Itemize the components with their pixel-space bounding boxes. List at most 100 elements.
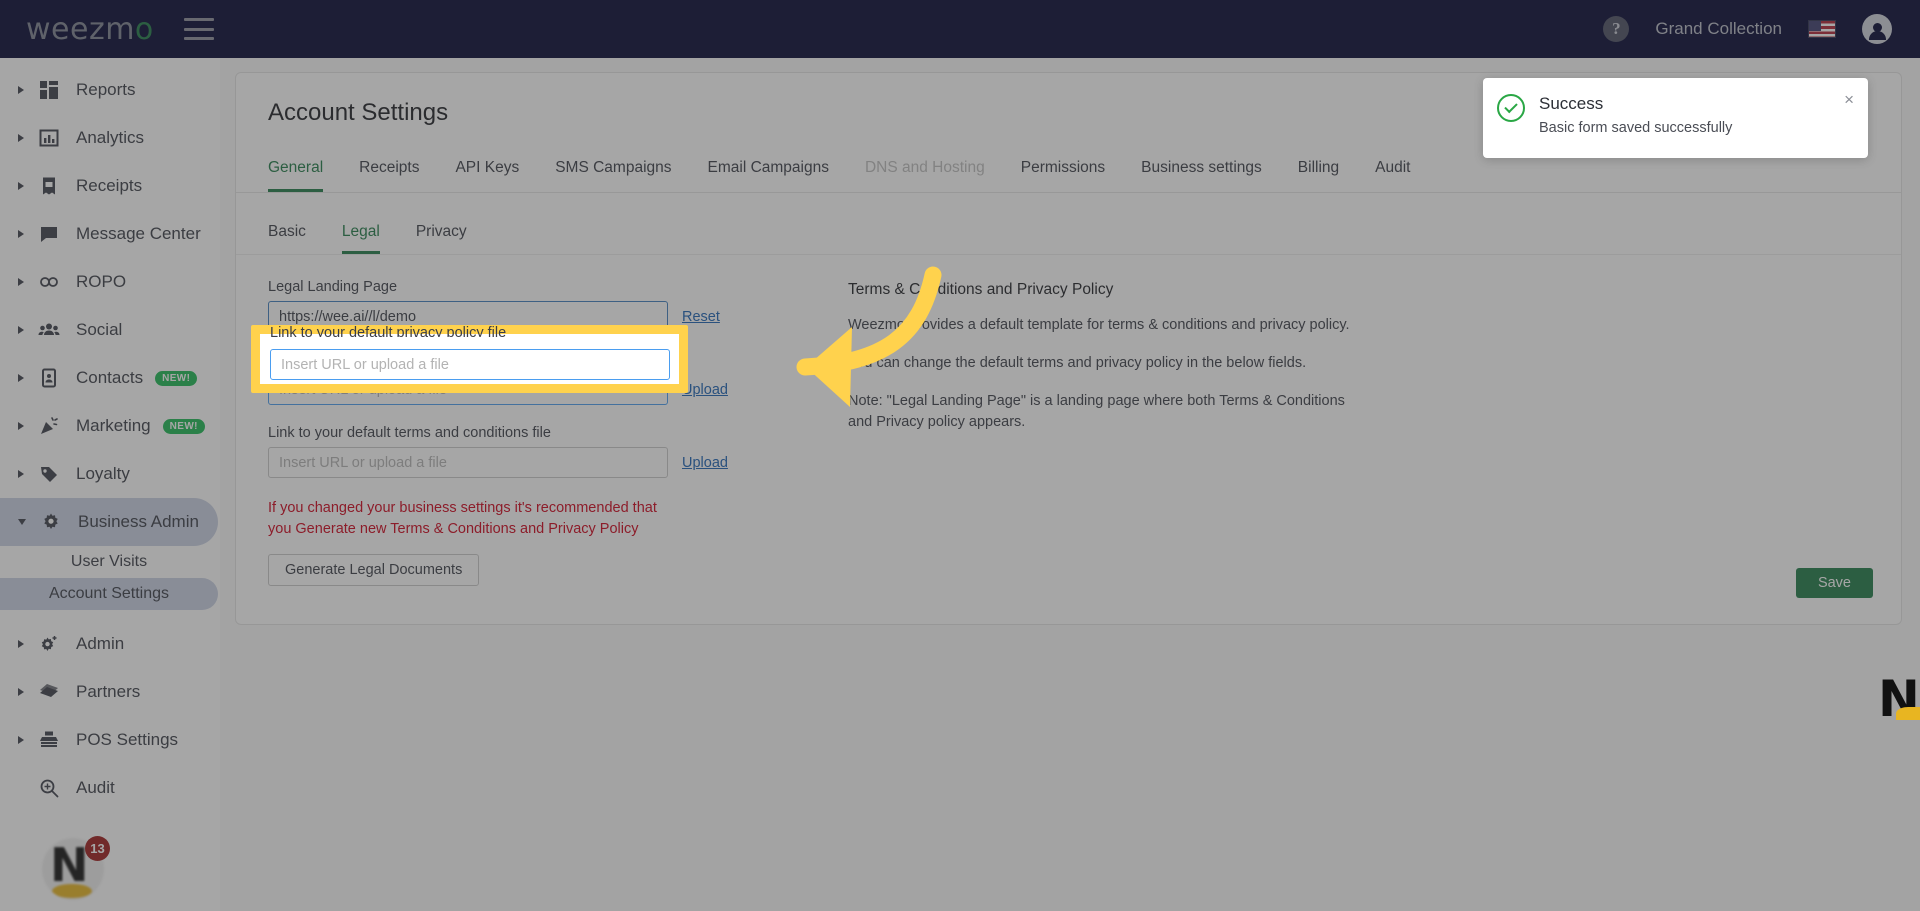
sidebar-subitem-account-settings[interactable]: Account Settings: [0, 578, 218, 610]
chevron-right-icon: [18, 688, 24, 696]
gear-icon: [38, 509, 64, 535]
brand-accent-letter: o: [134, 11, 154, 47]
chat-bubble-icon: [36, 221, 62, 247]
user-avatar-icon[interactable]: [1862, 14, 1892, 44]
sidebar-item-label: Analytics: [76, 128, 145, 147]
terms-file-label: Link to your default terms and condition…: [268, 425, 551, 441]
gear-plus-icon: [36, 631, 62, 657]
chevron-right-icon: [18, 374, 24, 382]
sidebar-item-analytics[interactable]: Analytics: [0, 114, 220, 162]
reset-link[interactable]: Reset: [682, 309, 720, 325]
regenerate-warning-line-1: If you changed your business settings it…: [268, 500, 657, 516]
corner-logo-swoosh: [1896, 707, 1920, 720]
subtab-bar: Basic Legal Privacy: [236, 219, 1901, 255]
sidebar: Reports Analytics Receipts Message Cente…: [0, 58, 220, 911]
avatar-initial: N: [50, 838, 89, 892]
subtab-basic[interactable]: Basic: [268, 219, 306, 254]
info-panel: Terms & Conditions and Privacy Policy We…: [848, 279, 1368, 586]
infinity-icon: [36, 269, 62, 295]
sidebar-item-partners[interactable]: Partners: [0, 668, 220, 716]
chevron-right-icon: [18, 736, 24, 744]
regenerate-warning-line-2: you Generate new Terms & Conditions and …: [268, 521, 639, 538]
legal-landing-page-label: Legal Landing Page: [268, 279, 398, 295]
sidebar-item-business-admin[interactable]: Business Admin: [0, 498, 218, 546]
sidebar-item-label: Business Admin: [78, 512, 199, 531]
sidebar-item-loyalty[interactable]: Loyalty: [0, 450, 220, 498]
toast-message: Basic form saved successfully: [1539, 120, 1733, 136]
highlighted-privacy-policy-input[interactable]: [270, 349, 670, 380]
regenerate-warning: If you changed your business settings it…: [268, 498, 788, 540]
terms-file-input[interactable]: [268, 447, 668, 478]
tab-business-settings[interactable]: Business settings: [1141, 153, 1262, 192]
tab-receipts[interactable]: Receipts: [359, 153, 419, 192]
cash-register-icon: [36, 727, 62, 753]
info-panel-paragraph-2: You can change the default terms and pri…: [848, 354, 1307, 371]
close-icon[interactable]: ×: [1844, 90, 1854, 110]
sidebar-item-label: Reports: [76, 80, 136, 99]
sidebar-item-admin[interactable]: Admin: [0, 620, 220, 668]
sidebar-item-audit[interactable]: Audit: [0, 764, 220, 812]
hamburger-icon[interactable]: [183, 18, 214, 40]
info-panel-paragraph-3: Note: "Legal Landing Page" is a landing …: [848, 392, 1345, 431]
tab-permissions[interactable]: Permissions: [1021, 153, 1105, 192]
chevron-right-icon: [18, 86, 24, 94]
sidebar-item-ropo[interactable]: ROPO: [0, 258, 220, 306]
dashboard-icon: [36, 77, 62, 103]
main-content: Account Settings General Receipts API Ke…: [220, 58, 1920, 911]
us-flag-icon[interactable]: [1808, 20, 1836, 38]
tag-icon: [36, 461, 62, 487]
save-button[interactable]: Save: [1795, 568, 1873, 598]
avatar[interactable]: N 13: [42, 836, 110, 904]
search-plus-icon: [36, 775, 62, 801]
sidebar-item-label: ROPO: [76, 272, 127, 291]
sidebar-item-label: Contacts: [76, 368, 144, 387]
success-toast: Success Basic form saved successfully ×: [1483, 78, 1868, 158]
info-panel-title: Terms & Conditions and Privacy Policy: [848, 281, 1114, 298]
check-circle-icon: [1497, 94, 1525, 122]
sidebar-item-pos-settings[interactable]: POS Settings: [0, 716, 220, 764]
toast-title: Success: [1539, 94, 1604, 113]
chevron-right-icon: [18, 422, 24, 430]
status-badge: NEW!: [162, 418, 205, 434]
receipt-icon: [36, 173, 62, 199]
handshake-icon: [36, 679, 62, 705]
sidebar-item-label: Audit: [76, 778, 115, 797]
chevron-down-icon: [18, 519, 26, 525]
subtab-privacy[interactable]: Privacy: [416, 219, 467, 254]
chevron-right-icon: [18, 326, 24, 334]
tab-api-keys[interactable]: API Keys: [455, 153, 519, 192]
tab-sms-campaigns[interactable]: SMS Campaigns: [555, 153, 671, 192]
chevron-right-icon: [18, 182, 24, 190]
sidebar-item-label: Partners: [76, 682, 141, 701]
toast-body: Success Basic form saved successfully: [1539, 94, 1732, 142]
tab-email-campaigns[interactable]: Email Campaigns: [708, 153, 829, 192]
tab-audit[interactable]: Audit: [1375, 153, 1410, 192]
corner-brand-logo: N: [1874, 674, 1920, 726]
privacy-policy-upload-link[interactable]: Upload: [682, 382, 728, 398]
sidebar-item-receipts[interactable]: Receipts: [0, 162, 220, 210]
sidebar-item-message-center[interactable]: Message Center: [0, 210, 220, 258]
sidebar-item-marketing[interactable]: Marketing NEW!: [0, 402, 220, 450]
tab-billing[interactable]: Billing: [1298, 153, 1339, 192]
contact-card-icon: [36, 365, 62, 391]
sidebar-item-social[interactable]: Social: [0, 306, 220, 354]
status-badge: NEW!: [155, 370, 198, 386]
notification-count-badge: 13: [85, 836, 110, 861]
subtab-legal[interactable]: Legal: [341, 219, 380, 254]
generate-legal-documents-button[interactable]: Generate Legal Documents: [268, 554, 480, 587]
chevron-right-icon: [18, 134, 24, 142]
sidebar-item-label: Admin: [76, 634, 125, 653]
info-panel-paragraph-1: Weezmo provides a default template for t…: [848, 317, 1350, 333]
sidebar-item-label: POS Settings: [76, 730, 179, 749]
tab-general[interactable]: General: [268, 153, 324, 192]
sidebar-item-reports[interactable]: Reports: [0, 66, 220, 114]
weezmo-logo[interactable]: weezm o: [26, 12, 154, 47]
terms-upload-link[interactable]: Upload: [682, 455, 728, 471]
help-icon[interactable]: ?: [1603, 16, 1630, 42]
tab-bar: General Receipts API Keys SMS Campaigns …: [236, 153, 1901, 193]
sidebar-subitem-user-visits[interactable]: User Visits: [0, 546, 218, 578]
sidebar-item-label: Marketing: [76, 416, 151, 435]
chevron-right-icon: [18, 230, 24, 238]
sidebar-item-contacts[interactable]: Contacts NEW!: [0, 354, 220, 402]
chevron-right-icon: [18, 470, 24, 478]
